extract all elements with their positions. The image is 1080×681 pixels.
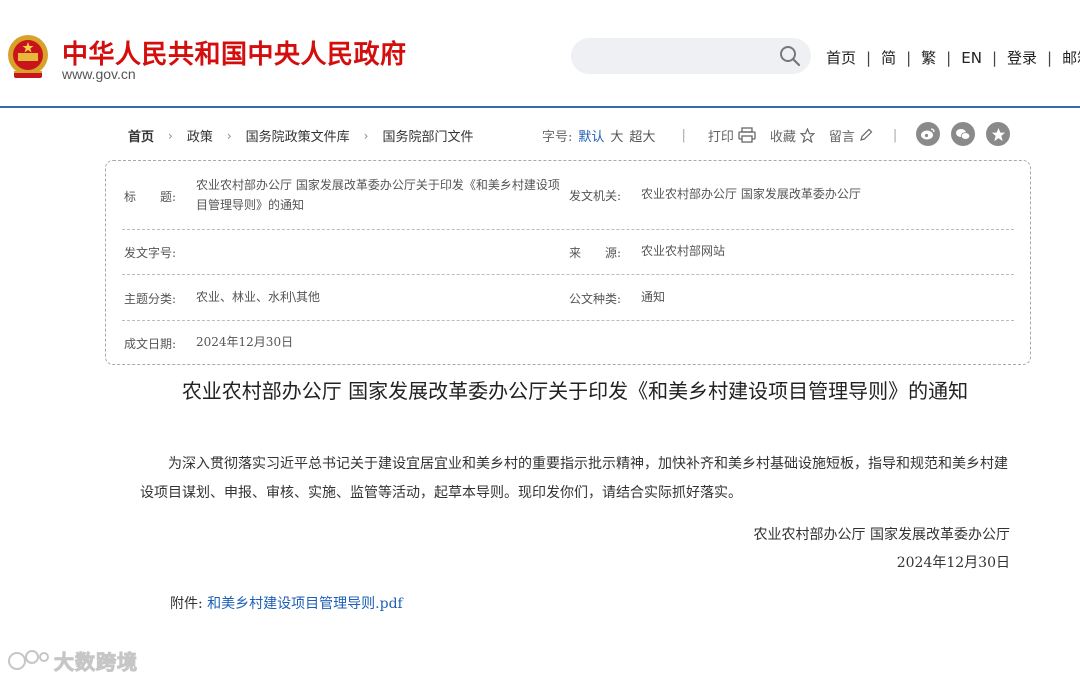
article-body: 为深入贯彻落实习近平总书记关于建设宜居宜业和美乡村的重要指示批示精神，加快补齐和… — [140, 456, 1008, 501]
nav-separator: | — [946, 48, 952, 67]
meta-doctype-label: 公文种类: — [569, 292, 622, 306]
font-size-large[interactable]: 大 — [610, 126, 623, 145]
font-size-xlarge[interactable]: 超大 — [629, 126, 655, 145]
wechat-icon[interactable] — [951, 122, 975, 146]
article-tools: 字号: 默认 大 超大 | 打印 收藏 留言 | — [542, 124, 897, 146]
meta-title-value: 农业农村部办公厅 国家发展改革委办公厅关于印发《和美乡村建设项目管理导则》的通知 — [196, 178, 560, 212]
favorite-button[interactable]: 收藏 — [770, 126, 815, 145]
nav-home-link[interactable]: 首页 — [826, 47, 856, 68]
site-url[interactable]: www.gov.cn — [62, 66, 136, 82]
star-icon — [799, 127, 815, 143]
meta-category-label: 主题分类: — [124, 292, 177, 306]
meta-divider — [122, 274, 1014, 275]
nav-login-link[interactable]: 登录 — [1007, 47, 1037, 68]
top-nav: 首页 | 简 | 繁 | EN | 登录 | 邮箱 | — [826, 47, 1080, 68]
meta-date-label: 成文日期: — [124, 337, 177, 351]
meta-docno-label: 发文字号: — [124, 246, 177, 260]
nav-separator: | — [866, 48, 872, 67]
document-meta-box: 标 题: 农业农村部办公厅 国家发展改革委办公厅关于印发《和美乡村建设项目管理导… — [105, 160, 1031, 365]
attachment-label: 附件: — [170, 596, 203, 612]
meta-issuer-value: 农业农村部办公厅 国家发展改革委办公厅 — [641, 187, 861, 201]
meta-category-value: 农业、林业、水利\其他 — [196, 290, 321, 304]
attachment-row: 附件: 和美乡村建设项目管理导则.pdf — [170, 593, 403, 613]
search-input[interactable] — [571, 38, 811, 74]
printer-icon — [738, 127, 756, 143]
meta-issuer-label: 发文机关: — [569, 189, 622, 203]
attachment-link[interactable]: 和美乡村建设项目管理导则.pdf — [207, 596, 403, 612]
chevron-right-icon: › — [363, 128, 369, 143]
nav-traditional-link[interactable]: 繁 — [921, 47, 936, 68]
chevron-right-icon: › — [226, 128, 232, 143]
article-signature: 农业农村部办公厅 国家发展改革委办公厅 — [753, 527, 1010, 543]
article-title: 农业农村部办公厅 国家发展改革委办公厅关于印发《和美乡村建设项目管理导则》的通知 — [181, 379, 969, 403]
meta-source-value: 农业农村部网站 — [641, 244, 726, 258]
search-icon[interactable] — [778, 44, 802, 68]
breadcrumb-department-docs[interactable]: 国务院部门文件 — [382, 126, 473, 145]
breadcrumb-home[interactable]: 首页 — [128, 126, 154, 145]
breadcrumb-policy[interactable]: 政策 — [187, 126, 213, 145]
tools-separator: | — [681, 127, 686, 143]
favorite-star-icon[interactable] — [986, 122, 1010, 146]
comment-button[interactable]: 留言 — [829, 126, 873, 145]
meta-title-label: 标 题: — [124, 190, 177, 204]
meta-divider — [122, 229, 1014, 230]
watermark-logo-icon — [8, 649, 49, 670]
breadcrumb: 首页 › 政策 › 国务院政策文件库 › 国务院部门文件 — [128, 126, 474, 146]
nav-separator: | — [991, 48, 997, 67]
nav-mail-link[interactable]: 邮箱 — [1062, 47, 1080, 68]
article-date: 2024年12月30日 — [896, 555, 1010, 571]
meta-doctype-value: 通知 — [641, 290, 666, 304]
nav-simplified-link[interactable]: 简 — [881, 47, 896, 68]
favorite-label: 收藏 — [769, 129, 796, 145]
national-emblem-icon[interactable] — [6, 33, 50, 83]
meta-divider — [122, 320, 1014, 321]
print-button[interactable]: 打印 — [708, 126, 756, 145]
font-size-label: 字号: — [542, 129, 573, 145]
site-header: 中华人民共和国中央人民政府 www.gov.cn 首页 | 简 | 繁 | EN… — [0, 0, 1080, 108]
watermark: 大数跨境 — [8, 646, 138, 675]
meta-source-label: 来 源: — [569, 246, 622, 260]
print-label: 打印 — [707, 129, 734, 145]
nav-separator: | — [906, 48, 912, 67]
nav-english-link[interactable]: EN — [961, 49, 982, 67]
tools-separator: | — [892, 127, 898, 143]
font-size-default[interactable]: 默认 — [578, 126, 604, 145]
nav-separator: | — [1047, 48, 1053, 67]
pencil-icon — [860, 128, 873, 141]
breadcrumb-policy-library[interactable]: 国务院政策文件库 — [246, 126, 350, 145]
chevron-right-icon: › — [168, 128, 173, 143]
watermark-text: 大数跨境 — [54, 650, 138, 675]
weibo-icon[interactable] — [916, 122, 940, 146]
meta-date-value: 2024年12月30日 — [196, 335, 294, 349]
comment-label: 留言 — [828, 129, 855, 145]
